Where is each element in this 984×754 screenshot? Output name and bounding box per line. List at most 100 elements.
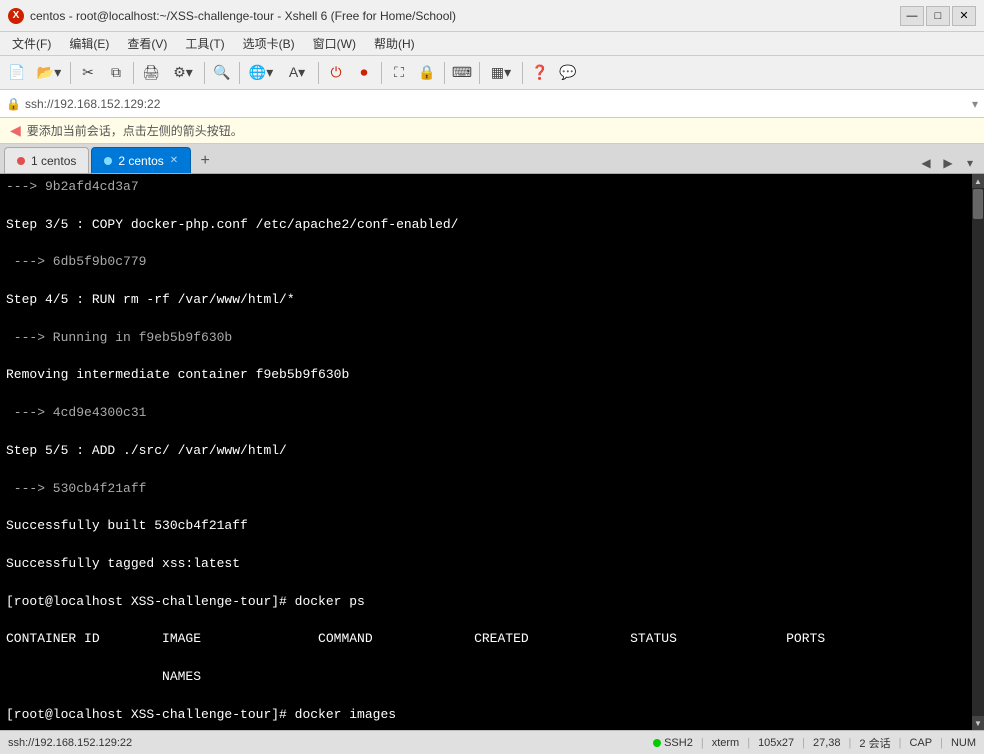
maximize-button[interactable]: □ [926,6,950,26]
status-right: SSH2 | xterm | 105x27 | 27,38 | 2 会话 | C… [653,735,976,751]
keyboard-button[interactable]: ⌨ [449,60,475,86]
status-num: NUM [951,737,976,749]
term-line-1: Step 3/5 : COPY docker-php.conf /etc/apa… [6,216,966,235]
term-line-9: Successfully built 530cb4f21aff [6,517,966,536]
tab-menu-button[interactable]: ▾ [960,153,980,173]
tab-2-close-icon[interactable]: ✕ [170,155,178,166]
status-sessions: 2 会话 [859,735,890,751]
terminal[interactable]: ---> 9b2afd4cd3a7 Step 3/5 : COPY docker… [0,174,972,730]
new-tab-button[interactable]: + [193,149,217,173]
help-button[interactable]: ❓ [527,60,553,86]
scroll-thumb[interactable] [973,189,983,219]
terminal-scrollbar[interactable]: ▲ ▼ [972,174,984,730]
toolbar-sep-8 [479,62,480,84]
toolbar-sep-5 [318,62,319,84]
address-text[interactable]: ssh://192.168.152.129:22 [25,97,968,111]
term-line-3: Step 4/5 : RUN rm -rf /var/www/html/* [6,291,966,310]
tab-2-centos[interactable]: 2 centos ✕ [91,147,191,173]
copy-button[interactable]: ⧉ [103,60,129,86]
menu-help[interactable]: 帮助(H) [366,33,423,54]
minimize-button[interactable]: — [900,6,924,26]
terminal-wrapper: ---> 9b2afd4cd3a7 Step 3/5 : COPY docker… [0,174,984,730]
tabbar: 1 centos 2 centos ✕ + ◀ ▶ ▾ [0,144,984,174]
font-button[interactable]: A▾ [280,60,314,86]
info-arrow-icon: ◀ [10,122,21,139]
menu-edit[interactable]: 编辑(E) [61,33,117,54]
search-button[interactable]: 🔍 [209,60,235,86]
address-dropdown-icon[interactable]: ▾ [972,97,978,111]
term-line-5: Removing intermediate container f9eb5b9f… [6,366,966,385]
term-line-11: [root@localhost XSS-challenge-tour]# doc… [6,593,966,612]
status-ssh: SSH2 [653,737,693,749]
menu-tabs[interactable]: 选项卡(B) [235,33,303,54]
titlebar: X centos - root@localhost:~/XSS-challeng… [0,0,984,32]
toolbar-sep-4 [239,62,240,84]
new-session-button[interactable]: 📄 [4,60,30,86]
toolbar-sep-3 [204,62,205,84]
menu-tools[interactable]: 工具(T) [177,33,232,54]
toolbar: 📄 📂▾ ✂ ⧉ 🖨 ⚙▾ 🔍 🌐▾ A▾ ⏻ ⏺ ⛶ 🔒 ⌨ ▦▾ ❓ 💬 [0,56,984,90]
status-caps: CAP [909,737,932,749]
status-grid: 105x27 [758,737,794,749]
menu-view[interactable]: 查看(V) [119,33,175,54]
statusbar: ssh://192.168.152.129:22 SSH2 | xterm | … [0,730,984,754]
open-button[interactable]: 📂▾ [32,60,66,86]
tab-next-button[interactable]: ▶ [938,153,958,173]
tab-prev-button[interactable]: ◀ [916,153,936,173]
layout-button[interactable]: ▦▾ [484,60,518,86]
window-title: centos - root@localhost:~/XSS-challenge-… [30,9,894,23]
tab-1-centos[interactable]: 1 centos [4,147,89,173]
connect-button[interactable]: 🌐▾ [244,60,278,86]
term-line-13: NAMES [6,668,966,687]
close-button[interactable]: ✕ [952,6,976,26]
status-sep-1: | [701,737,704,749]
scroll-track [972,188,984,716]
status-encoding: xterm [712,737,740,749]
menu-window[interactable]: 窗口(W) [305,33,364,54]
toolbar-sep-2 [133,62,134,84]
lock-icon: 🔒 [6,97,21,111]
toolbar-sep-6 [381,62,382,84]
status-ssh-label: SSH2 [664,737,693,749]
menubar: 文件(F) 编辑(E) 查看(V) 工具(T) 选项卡(B) 窗口(W) 帮助(… [0,32,984,56]
term-line-7: Step 5/5 : ADD ./src/ /var/www/html/ [6,442,966,461]
tab-1-dot [17,157,25,165]
status-sep-2: | [747,737,750,749]
term-line-12: CONTAINER ID IMAGE COMMAND CREATED STATU… [6,630,966,649]
print-button[interactable]: 🖨 [138,60,164,86]
tab-2-dot [104,157,112,165]
power-button[interactable]: ⏻ [323,60,349,86]
infobar: ◀ 要添加当前会话，点击左侧的箭头按钮。 [0,118,984,144]
scroll-down-button[interactable]: ▼ [972,716,984,730]
status-position: 27,38 [813,737,841,749]
term-line-4: ---> Running in f9eb5b9f630b [6,329,966,348]
term-line-0: ---> 9b2afd4cd3a7 [6,178,966,197]
toolbar-sep-9 [522,62,523,84]
properties-button[interactable]: ⚙▾ [166,60,200,86]
status-sep-6: | [940,737,943,749]
info-text: 要添加当前会话，点击左侧的箭头按钮。 [27,122,243,139]
term-line-8: ---> 530cb4f21aff [6,480,966,499]
tab-2-label: 2 centos [118,154,163,168]
term-line-10: Successfully tagged xss:latest [6,555,966,574]
app-icon: X [8,8,24,24]
toolbar-sep-1 [70,62,71,84]
status-sep-5: | [899,737,902,749]
scroll-up-button[interactable]: ▲ [972,174,984,188]
term-line-6: ---> 4cd9e4300c31 [6,404,966,423]
menu-file[interactable]: 文件(F) [4,33,59,54]
window-controls[interactable]: — □ ✕ [900,6,976,26]
record-button[interactable]: ⏺ [351,60,377,86]
term-line-14: [root@localhost XSS-challenge-tour]# doc… [6,706,966,725]
lock-button[interactable]: 🔒 [414,60,440,86]
status-sep-3: | [802,737,805,749]
toolbar-sep-7 [444,62,445,84]
fullscreen-button[interactable]: ⛶ [386,60,412,86]
addressbar: 🔒 ssh://192.168.152.129:22 ▾ [0,90,984,118]
chat-button[interactable]: 💬 [555,60,581,86]
status-dot-icon [653,739,661,747]
status-sep-4: | [849,737,852,749]
cut-button[interactable]: ✂ [75,60,101,86]
tab-1-label: 1 centos [31,154,76,168]
tab-nav: ◀ ▶ ▾ [916,153,980,173]
